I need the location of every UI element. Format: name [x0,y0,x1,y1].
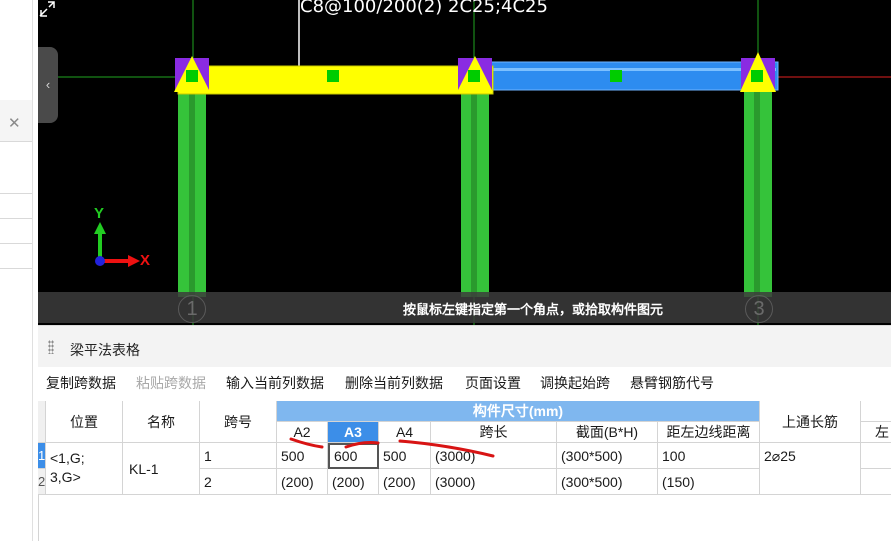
a3-cell[interactable]: (200) [328,469,379,495]
paste-span-button[interactable]: 粘贴跨数据 [136,373,206,393]
x-axis-label: X [140,252,151,269]
y-axis-label: Y [94,205,105,222]
divider [0,268,32,269]
span-cell[interactable]: 1 [200,443,277,469]
grid-number-1: 1 [178,295,206,323]
beam-annotation: C8@100/200(2) 2C25;4C25 [300,0,548,17]
a2-cell[interactable]: (200) [277,469,328,495]
header-left-edge-distance[interactable]: 距左边线距离 [658,422,760,443]
section-cell[interactable]: (300*500) [557,443,658,469]
column-core [754,92,760,297]
divider [0,141,32,142]
left-cell[interactable] [861,469,891,495]
panel-header: 梁平法表格 [38,325,891,367]
grip-point [186,70,198,82]
drag-handle-icon[interactable] [48,340,54,354]
grip-point [327,70,339,82]
span-cell[interactable]: 2 [200,469,277,495]
divider [0,218,32,219]
divider [32,0,33,541]
a4-cell[interactable]: (200) [379,469,431,495]
header-cell [861,401,891,422]
row-number[interactable]: 2 [38,469,46,495]
chevron-left-icon[interactable]: ‹ [38,47,58,123]
left-side-panel: ✕ [0,0,38,541]
divider [0,243,32,244]
header-position[interactable]: 位置 [46,401,123,443]
y-axis-arrowhead [94,222,106,234]
position-line: 3,G> [50,469,81,485]
position-line: <1,G; [50,450,85,466]
header-section[interactable]: 截面(B*H) [557,422,658,443]
header-span[interactable]: 跨号 [200,401,277,443]
swap-start-span-button[interactable]: 调换起始跨 [540,373,610,393]
close-icon[interactable]: ✕ [8,116,21,132]
row-number[interactable]: 1 [38,443,46,469]
delete-column-button[interactable]: 删除当前列数据 [345,373,443,393]
beam-edge [480,68,776,71]
position-cell[interactable]: <1,G; 3,G> [46,443,123,495]
drawing-svg [38,0,891,325]
offset-cell[interactable]: 100 [658,443,760,469]
corner-cell [38,401,46,443]
divider [0,193,32,194]
copy-span-button[interactable]: 复制跨数据 [46,373,116,393]
column-core [189,92,195,297]
page-setup-button[interactable]: 页面设置 [465,373,521,393]
left-cell[interactable] [861,443,891,469]
origin-point [95,256,105,266]
offset-cell[interactable]: (150) [658,469,760,495]
beam-table: 位置 名称 跨号 构件尺寸(mm) A2 A3 A4 跨长 截面(B*H) 距左… [38,401,891,541]
cantilever-rebar-code-button[interactable]: 悬臂钢筋代号 [630,373,714,393]
grip-point [468,70,480,82]
beam [477,61,779,91]
red-marker-strokes [289,437,495,458]
cad-canvas[interactable]: C8@100/200(2) 2C25;4C25 Y X 1 3 按鼠标左键指定第… [38,0,891,325]
column-core [471,92,477,297]
section-cell[interactable]: (300*500) [557,469,658,495]
grip-point [751,70,763,82]
beam-table-panel: 梁平法表格 复制跨数据 粘贴跨数据 输入当前列数据 删除当前列数据 页面设置 调… [38,325,891,541]
top-rebar-cell[interactable] [760,469,861,495]
x-axis-arrowhead [128,255,140,267]
grid-number-3: 3 [745,295,773,323]
header-component-size[interactable]: 构件尺寸(mm) [277,401,760,422]
name-cell[interactable]: KL-1 [123,443,200,495]
status-message: 按鼠标左键指定第一个角点，或拾取构件图元 [403,302,664,317]
panel-title: 梁平法表格 [70,342,140,358]
header-left[interactable]: 左 [861,422,891,443]
grip-point [610,70,622,82]
header-name[interactable]: 名称 [123,401,200,443]
input-column-button[interactable]: 输入当前列数据 [226,373,324,393]
span-length-cell[interactable]: (3000) [431,469,557,495]
header-top-rebar[interactable]: 上通长筋 [760,401,861,443]
select-corner-icon [39,1,55,17]
top-rebar-cell[interactable]: 2⌀25 [760,443,861,469]
